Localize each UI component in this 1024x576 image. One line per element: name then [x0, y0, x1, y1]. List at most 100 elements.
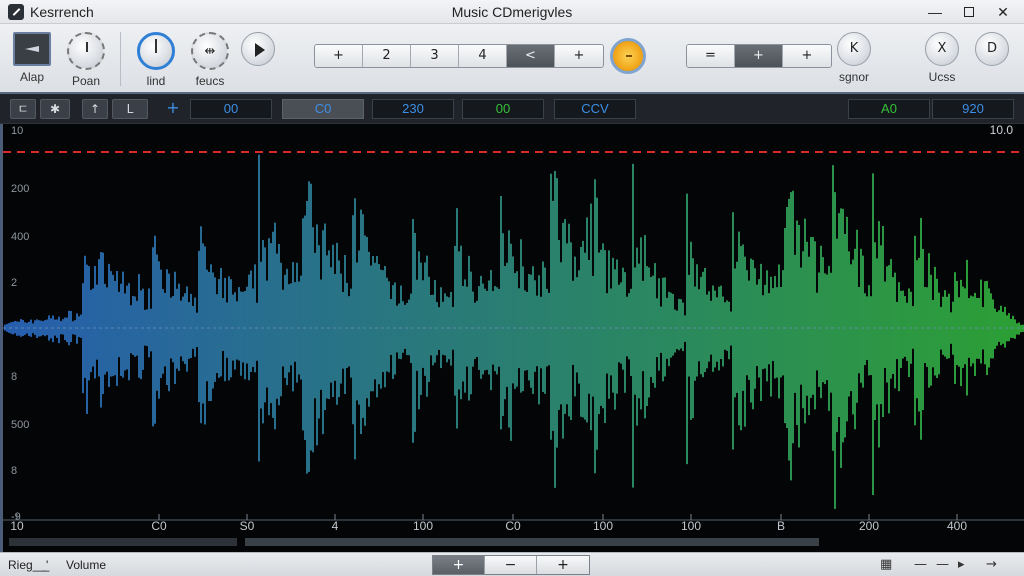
- ucss-knob[interactable]: X: [925, 32, 959, 66]
- play-small-icon[interactable]: ▸: [958, 557, 965, 572]
- title-bar: Kesrrench Music CDmerigvles — ✕: [0, 0, 1024, 24]
- step-button-active[interactable]: <: [507, 45, 555, 67]
- track-controls-bar: ㄷ ✱ ↑ L + 00 C0 230 00 CCV A0 920: [0, 94, 1024, 124]
- scrollbar-thumb[interactable]: [245, 538, 819, 546]
- mode-button-active[interactable]: +: [735, 45, 783, 67]
- value-field[interactable]: 230: [372, 99, 454, 119]
- tool-poan[interactable]: Poan: [66, 32, 106, 88]
- tool-lind[interactable]: lind: [136, 32, 176, 88]
- time-label: C0: [151, 519, 167, 533]
- step-button[interactable]: +: [315, 45, 363, 67]
- maximize-icon: [964, 7, 974, 17]
- tool-label: feucs: [195, 74, 225, 88]
- zoom-out-button[interactable]: −: [485, 556, 537, 574]
- lind-knob[interactable]: [137, 32, 175, 70]
- value-field[interactable]: 00: [190, 99, 272, 119]
- toolbar-divider: [120, 32, 121, 86]
- time-label: 10: [10, 519, 24, 533]
- k-icon: K: [849, 41, 859, 56]
- value-field[interactable]: A0: [848, 99, 930, 119]
- play-icon: [255, 43, 265, 57]
- maximize-button[interactable]: [954, 2, 984, 22]
- d-knob[interactable]: D: [975, 32, 1009, 66]
- tool-label: Poan: [71, 74, 101, 88]
- app-icon: [8, 4, 24, 20]
- amplitude-label: 2: [11, 277, 17, 289]
- tool-sgnor[interactable]: K sgnor: [834, 32, 874, 84]
- step-button[interactable]: 2: [363, 45, 411, 67]
- waveform-canvas[interactable]: 10200400285008-9 10.0 10 C0 S0 4 100 C0 100 100…: [3, 124, 1024, 552]
- mode-button[interactable]: +: [783, 45, 831, 67]
- x-icon: X: [937, 41, 947, 56]
- volume-label: Volume: [66, 558, 107, 572]
- time-label: 4: [332, 519, 339, 533]
- app-name: Kesrrench: [30, 4, 94, 20]
- feucs-knob[interactable]: ⇹: [191, 32, 229, 70]
- status-bar: Rieg_ ̲ ̲' Volume + − + ▦ — — ▸ →: [0, 552, 1024, 576]
- snap-button[interactable]: ㄷ: [10, 99, 36, 119]
- step-button[interactable]: 3: [411, 45, 459, 67]
- scroll-track[interactable]: [9, 538, 237, 546]
- step-selector: + 2 3 4 < +: [314, 44, 604, 68]
- zoom-fit-button[interactable]: +: [537, 556, 589, 574]
- time-label: B: [777, 519, 785, 533]
- waveform-view[interactable]: 10 200 400 2 8 500 8 -9 10.0 10 C0 S0 4 100 C0 100 100…: [0, 124, 1024, 552]
- minimize-button[interactable]: —: [920, 2, 950, 22]
- sgnor-knob[interactable]: K: [837, 32, 871, 66]
- add-icon[interactable]: +: [160, 99, 186, 119]
- time-label: 100: [681, 519, 701, 533]
- tool-label: sgnor: [838, 70, 870, 84]
- step-button[interactable]: 4: [459, 45, 507, 67]
- tool-alap[interactable]: Alap: [12, 32, 52, 84]
- record-knob[interactable]: [610, 38, 646, 74]
- grid-icon[interactable]: ▦: [880, 557, 892, 572]
- time-label: S0: [240, 519, 255, 533]
- time-label: 400: [947, 519, 967, 533]
- knob-needle-icon: [155, 39, 157, 53]
- region-label: Rieg_ ̲ ̲': [8, 558, 49, 572]
- amplitude-label: 8: [11, 371, 17, 383]
- double-arrow-icon: ⇹: [204, 44, 216, 59]
- step-button[interactable]: +: [555, 45, 603, 67]
- amplitude-label: 200: [11, 183, 29, 195]
- tool-label: lind: [146, 74, 166, 88]
- amplitude-label: 500: [11, 419, 29, 431]
- amplitude-label: 8: [11, 465, 17, 477]
- d-icon: D: [986, 41, 997, 56]
- mode-button[interactable]: =: [687, 45, 735, 67]
- value-field[interactable]: 920: [932, 99, 1014, 119]
- value-field-active[interactable]: C0: [282, 99, 364, 119]
- zoom-controls: + − +: [432, 555, 590, 575]
- value-field[interactable]: CCV: [554, 99, 636, 119]
- tool-label: Alap: [19, 70, 45, 84]
- tool-label: Ucss: [928, 70, 956, 84]
- up-button[interactable]: ↑: [82, 99, 108, 119]
- time-label: 200: [859, 519, 879, 533]
- tool-ucss[interactable]: X Ucss: [922, 32, 962, 84]
- amplitude-label: 400: [11, 231, 29, 243]
- arrow-left-icon: [25, 46, 39, 52]
- play-button[interactable]: [241, 32, 275, 66]
- value-field[interactable]: 00: [462, 99, 544, 119]
- mode-selector: = + +: [686, 44, 832, 68]
- tool-feucs[interactable]: ⇹ feucs: [190, 32, 230, 88]
- time-label: 100: [593, 519, 613, 533]
- pan-knob[interactable]: [67, 32, 105, 70]
- window-title: Music CDmerigvles: [451, 4, 573, 20]
- knob-needle-icon: [86, 42, 88, 52]
- amplitude-label: 10: [11, 125, 23, 137]
- minus-icon[interactable]: —: [936, 557, 949, 572]
- time-label: C0: [505, 519, 521, 533]
- scale-max-label: 10.0: [990, 124, 1014, 137]
- main-toolbar: Alap Poan lind ⇹ feucs + 2 3 4 < + = + +…: [0, 24, 1024, 94]
- tool-d[interactable]: D: [972, 32, 1012, 66]
- tool-play[interactable]: [240, 32, 276, 66]
- zoom-in-button[interactable]: +: [433, 556, 485, 574]
- close-button[interactable]: ✕: [988, 2, 1018, 22]
- l-button[interactable]: L: [112, 99, 148, 119]
- minus-icon[interactable]: —: [914, 557, 927, 572]
- settings-button[interactable]: ✱: [40, 99, 70, 119]
- time-label: 100: [413, 519, 433, 533]
- alap-button[interactable]: [13, 32, 51, 66]
- arrow-right-icon[interactable]: →: [986, 557, 997, 572]
